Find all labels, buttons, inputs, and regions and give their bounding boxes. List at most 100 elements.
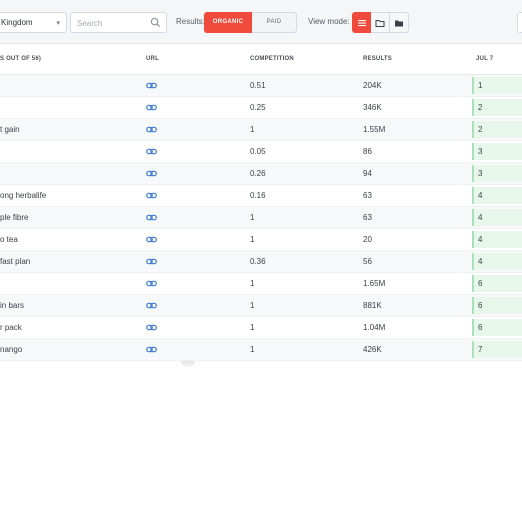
chevron-down-icon: ▾ [56,20,60,27]
results-cell: 204K [363,81,382,90]
folder-outline-icon [375,20,385,27]
results-cell: 881K [363,301,382,310]
table-row[interactable]: 0.26 94 3 [0,163,522,185]
date-column-header[interactable]: JUL 7 [476,56,493,62]
organic-toggle-button[interactable]: ORGANIC [204,12,252,33]
rank-value: 4 [478,191,483,200]
competition-cell: 0.05 [250,147,266,156]
rank-cell: 7 [472,341,522,358]
rank-value: 6 [478,323,483,332]
search-icon[interactable] [150,17,161,28]
folder-filled-icon [395,20,403,27]
rank-cell: 3 [472,165,522,182]
competition-cell: 1 [250,279,255,288]
competition-cell: 0.16 [250,191,266,200]
table-header: S OUT OF 56) URL COMPETITION RESULTS JUL… [0,44,522,75]
url-column-header[interactable]: URL [146,56,159,62]
rank-cell: 6 [472,319,522,336]
rank-value: 6 [478,301,483,310]
competition-cell: 1 [250,301,255,310]
table-row[interactable]: in bars 1 881K 6 [0,295,522,317]
link-icon[interactable] [146,168,157,179]
results-cell: 94 [363,169,372,178]
view-mode-label: View mode: [308,17,350,26]
search-input[interactable] [77,14,153,33]
results-cell: 86 [363,147,372,156]
results-cell: 56 [363,257,372,266]
rank-cell: 4 [472,253,522,270]
link-icon[interactable] [146,124,157,135]
competition-cell: 1 [250,345,255,354]
results-cell: 20 [363,235,372,244]
rank-cell: 4 [472,209,522,226]
keyword-cell[interactable]: in bars [0,301,24,310]
results-column-header[interactable]: RESULTS [363,56,392,62]
country-select[interactable]: Kingdom ▾ [0,12,67,33]
table-row[interactable]: o tea 1 20 4 [0,229,522,251]
rank-value: 4 [478,213,483,222]
results-cell: 63 [363,213,372,222]
toolbar-edge-button[interactable] [517,12,522,33]
folder-view-button[interactable] [371,12,390,33]
table-row[interactable]: fast plan 0.36 56 4 [0,251,522,273]
link-icon[interactable] [146,256,157,267]
competition-cell: 1 [250,213,255,222]
search-box[interactable] [70,12,167,33]
competition-cell: 0.25 [250,103,266,112]
keyword-cell[interactable]: r pack [0,323,22,332]
competition-cell: 1 [250,235,255,244]
keyword-cell[interactable]: nango [0,345,22,354]
table-row[interactable]: 0.05 86 3 [0,141,522,163]
paid-toggle-button[interactable]: PAID [252,12,297,33]
link-icon[interactable] [146,278,157,289]
link-icon[interactable] [146,344,157,355]
keyword-cell[interactable]: o tea [0,235,18,244]
results-label: Results: [176,17,205,26]
keyword-cell[interactable]: t gain [0,125,20,134]
competition-cell: 0.51 [250,81,266,90]
rank-value: 2 [478,103,483,112]
rank-cell: 2 [472,121,522,138]
loading-indicator [181,361,195,367]
link-icon[interactable] [146,102,157,113]
results-cell: 426K [363,345,382,354]
rank-value: 2 [478,125,483,134]
link-icon[interactable] [146,234,157,245]
folder-filled-view-button[interactable] [390,12,409,33]
competition-column-header[interactable]: COMPETITION [250,56,294,62]
toolbar: Kingdom ▾ Results: ORGANIC PAID View mod… [0,0,522,44]
rank-cell: 6 [472,297,522,314]
table-row[interactable]: r pack 1 1.04M 6 [0,317,522,339]
link-icon[interactable] [146,322,157,333]
keyword-cell[interactable]: ple fibre [0,213,28,222]
table-row[interactable]: t gain 1 1.55M 2 [0,119,522,141]
table-row[interactable]: ong herbalife 0.16 63 4 [0,185,522,207]
link-icon[interactable] [146,300,157,311]
link-icon[interactable] [146,80,157,91]
rank-value: 4 [478,235,483,244]
table-row[interactable]: ple fibre 1 63 4 [0,207,522,229]
results-cell: 346K [363,103,382,112]
link-icon[interactable] [146,190,157,201]
list-view-button[interactable] [352,12,371,33]
competition-cell: 0.36 [250,257,266,266]
link-icon[interactable] [146,212,157,223]
keyword-column-header[interactable]: S OUT OF 56) [0,56,41,62]
rank-value: 3 [478,169,483,178]
rank-value: 3 [478,147,483,156]
rank-value: 7 [478,345,483,354]
link-icon[interactable] [146,146,157,157]
results-cell: 1.04M [363,323,386,332]
table-row[interactable]: 0.25 346K 2 [0,97,522,119]
country-select-value: Kingdom [1,18,33,27]
table-row[interactable]: 0.51 204K 1 [0,75,522,97]
keyword-cell[interactable]: fast plan [0,257,30,266]
table-row[interactable]: nango 1 426K 7 [0,339,522,361]
table-body: 0.51 204K 1 0.25 346K 2 t gain 1 1.55M 2 0.05 86 3 0.… [0,75,522,361]
competition-cell: 1 [250,125,255,134]
rank-cell: 4 [472,231,522,248]
rank-value: 1 [478,81,483,90]
keyword-cell[interactable]: ong herbalife [0,191,46,200]
table-row[interactable]: 1 1.65M 6 [0,273,522,295]
competition-cell: 0.26 [250,169,266,178]
